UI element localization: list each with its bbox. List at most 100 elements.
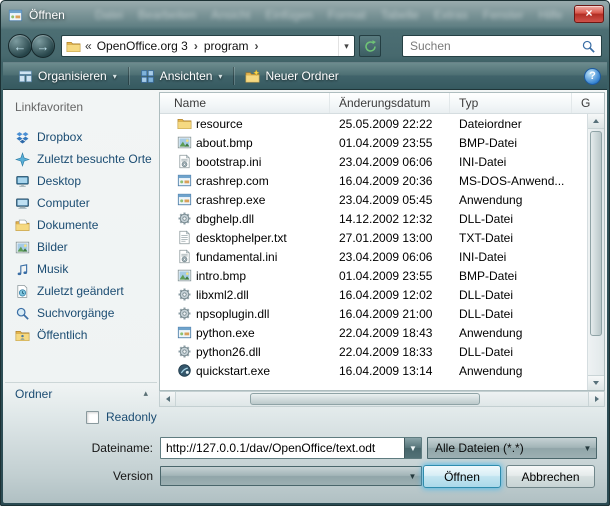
search-input[interactable] [408,38,581,54]
file-name: about.bmp [196,136,253,150]
chevron-down-icon: ▾ [218,72,222,81]
sidebar-item-offentlich[interactable]: Öffentlich [5,324,157,346]
file-date: 16.04.2009 20:36 [330,174,450,188]
file-row[interactable]: bootstrap.ini23.04.2009 06:06INI-Datei [160,152,587,171]
file-row[interactable]: crashrep.exe23.04.2009 05:45Anwendung [160,190,587,209]
column-header-typ[interactable]: Typ [450,93,572,113]
file-row[interactable]: intro.bmp01.04.2009 23:55BMP-Datei [160,266,587,285]
sidebar-item-dropbox[interactable]: Dropbox [5,126,157,148]
search-box[interactable] [402,35,602,57]
search-icon [581,39,596,54]
file-name: crashrep.exe [196,193,265,207]
file-date: 16.04.2009 13:14 [330,364,450,378]
horizontal-scroll-thumb[interactable] [250,393,480,405]
file-row[interactable]: resource25.05.2009 22:22Dateiordner [160,114,587,133]
column-header-name[interactable]: Name [160,93,330,113]
sidebar-item-dokumente[interactable]: Dokumente [5,214,157,236]
triangle-up-icon [593,119,599,123]
searches-icon [15,306,30,321]
toolbar-button-ansichten[interactable]: Ansichten▾ [131,64,232,88]
sidebar-item-musik[interactable]: Musik [5,258,157,280]
app-icon [177,325,192,340]
toolbar-button-organisieren[interactable]: Organisieren▾ [9,64,126,88]
file-date: 25.05.2009 22:22 [330,117,450,131]
dll-icon [177,211,192,226]
folders-bar[interactable]: Ordner ▴ [5,382,157,404]
readonly-checkbox[interactable] [86,411,99,424]
filename-combo[interactable]: ▼ [160,437,422,459]
sidebar-items: DropboxZuletzt besuchte OrteDesktopCompu… [5,126,157,346]
sidebar-item-zuletzt-geandert[interactable]: Zuletzt geändert [5,280,157,302]
cancel-button[interactable]: Abbrechen [506,465,595,488]
background-menu-item: Extras [434,8,468,22]
triangle-down-icon [593,381,599,385]
breadcrumb-item-openoffice-org-3[interactable]: OpenOffice.org 3 [95,39,190,53]
file-date: 22.04.2009 18:43 [330,326,450,340]
column-header-anderungsdatum[interactable]: Änderungsdatum [330,93,450,113]
filetype-combo[interactable]: Alle Dateien (*.*) ▼ [427,437,597,459]
ini-icon [177,154,192,169]
file-date: 16.04.2009 12:02 [330,288,450,302]
scroll-down-button[interactable] [588,375,604,390]
sidebar-item-suchvorgange[interactable]: Suchvorgänge [5,302,157,324]
file-type: Anwendung [450,193,572,207]
close-button[interactable]: × [574,5,604,23]
navigation-bar: ← → « OpenOffice.org 3›program› ▾ [0,30,610,62]
scroll-right-button[interactable] [588,392,604,406]
file-date: 23.04.2009 06:06 [330,155,450,169]
address-bar[interactable]: « OpenOffice.org 3›program› ▾ [61,35,355,57]
file-row[interactable]: quickstart.exe16.04.2009 13:14Anwendung [160,361,587,380]
file-row[interactable]: desktophelper.txt27.01.2009 13:00TXT-Dat… [160,228,587,247]
sidebar-item-bilder[interactable]: Bilder [5,236,157,258]
breadcrumb-item-program[interactable]: program [202,39,251,53]
breadcrumb-separator-icon[interactable]: › [190,39,202,53]
folder-icon [177,116,192,131]
file-row[interactable]: dbghelp.dll14.12.2002 12:32DLL-Datei [160,209,587,228]
refresh-button[interactable] [359,35,381,57]
sidebar-item-computer[interactable]: Computer [5,192,157,214]
quickstart-icon [177,363,192,378]
horizontal-scrollbar[interactable] [159,391,605,407]
scroll-left-button[interactable] [160,392,176,406]
file-row[interactable]: fundamental.ini23.04.2009 06:06INI-Datei [160,247,587,266]
open-dialog: Öffnen DateiBearbeitenAnsichtEinfügenFor… [0,0,610,506]
vertical-scroll-thumb[interactable] [590,131,602,336]
scroll-up-button[interactable] [588,114,604,129]
file-date: 01.04.2009 23:55 [330,269,450,283]
filename-label: Dateiname: [3,441,153,455]
sidebar-item-desktop[interactable]: Desktop [5,170,157,192]
dll-icon [177,306,192,321]
breadcrumb-overflow[interactable]: « [85,39,92,53]
file-name: intro.bmp [196,269,246,283]
titlebar[interactable]: Öffnen DateiBearbeitenAnsichtEinfügenFor… [0,0,610,30]
help-button[interactable]: ? [584,68,601,85]
file-name: python.exe [196,326,255,340]
forward-button[interactable]: → [31,34,55,58]
file-row[interactable]: libxml2.dll16.04.2009 12:02DLL-Datei [160,285,587,304]
filename-dropdown-button[interactable]: ▼ [404,438,421,458]
chevron-down-icon: ▼ [409,444,417,453]
background-menu-item: Fenster [483,8,524,22]
sidebar-item-zuletzt-besuchte-orte[interactable]: Zuletzt besuchte Orte [5,148,157,170]
file-name: bootstrap.ini [196,155,261,169]
back-button[interactable]: ← [8,34,32,58]
dialog-icon [8,8,23,23]
file-row[interactable]: python.exe22.04.2009 18:43Anwendung [160,323,587,342]
filename-input[interactable] [161,438,404,458]
readonly-row: Readonly [86,410,157,424]
file-row[interactable]: about.bmp01.04.2009 23:55BMP-Datei [160,133,587,152]
breadcrumb-dropdown-button[interactable]: ▾ [338,36,354,56]
version-combo[interactable]: ▼ [160,466,422,486]
toolbar-button-neuer-ordner[interactable]: Neuer Ordner [236,64,347,88]
file-row[interactable]: python26.dll22.04.2009 18:33DLL-Datei [160,342,587,361]
triangle-left-icon [166,396,170,402]
music-icon [15,262,30,277]
file-row[interactable]: crashrep.com16.04.2009 20:36MS-DOS-Anwen… [160,171,587,190]
open-button[interactable]: Öffnen [423,465,501,488]
background-menu-item: Tabelle [381,8,419,22]
file-row[interactable]: npsoplugin.dll16.04.2009 21:00DLL-Datei [160,304,587,323]
file-date: 23.04.2009 06:06 [330,250,450,264]
vertical-scrollbar[interactable] [587,114,604,390]
column-header-g[interactable]: G [572,93,604,113]
breadcrumb-separator-icon[interactable]: › [251,39,263,53]
